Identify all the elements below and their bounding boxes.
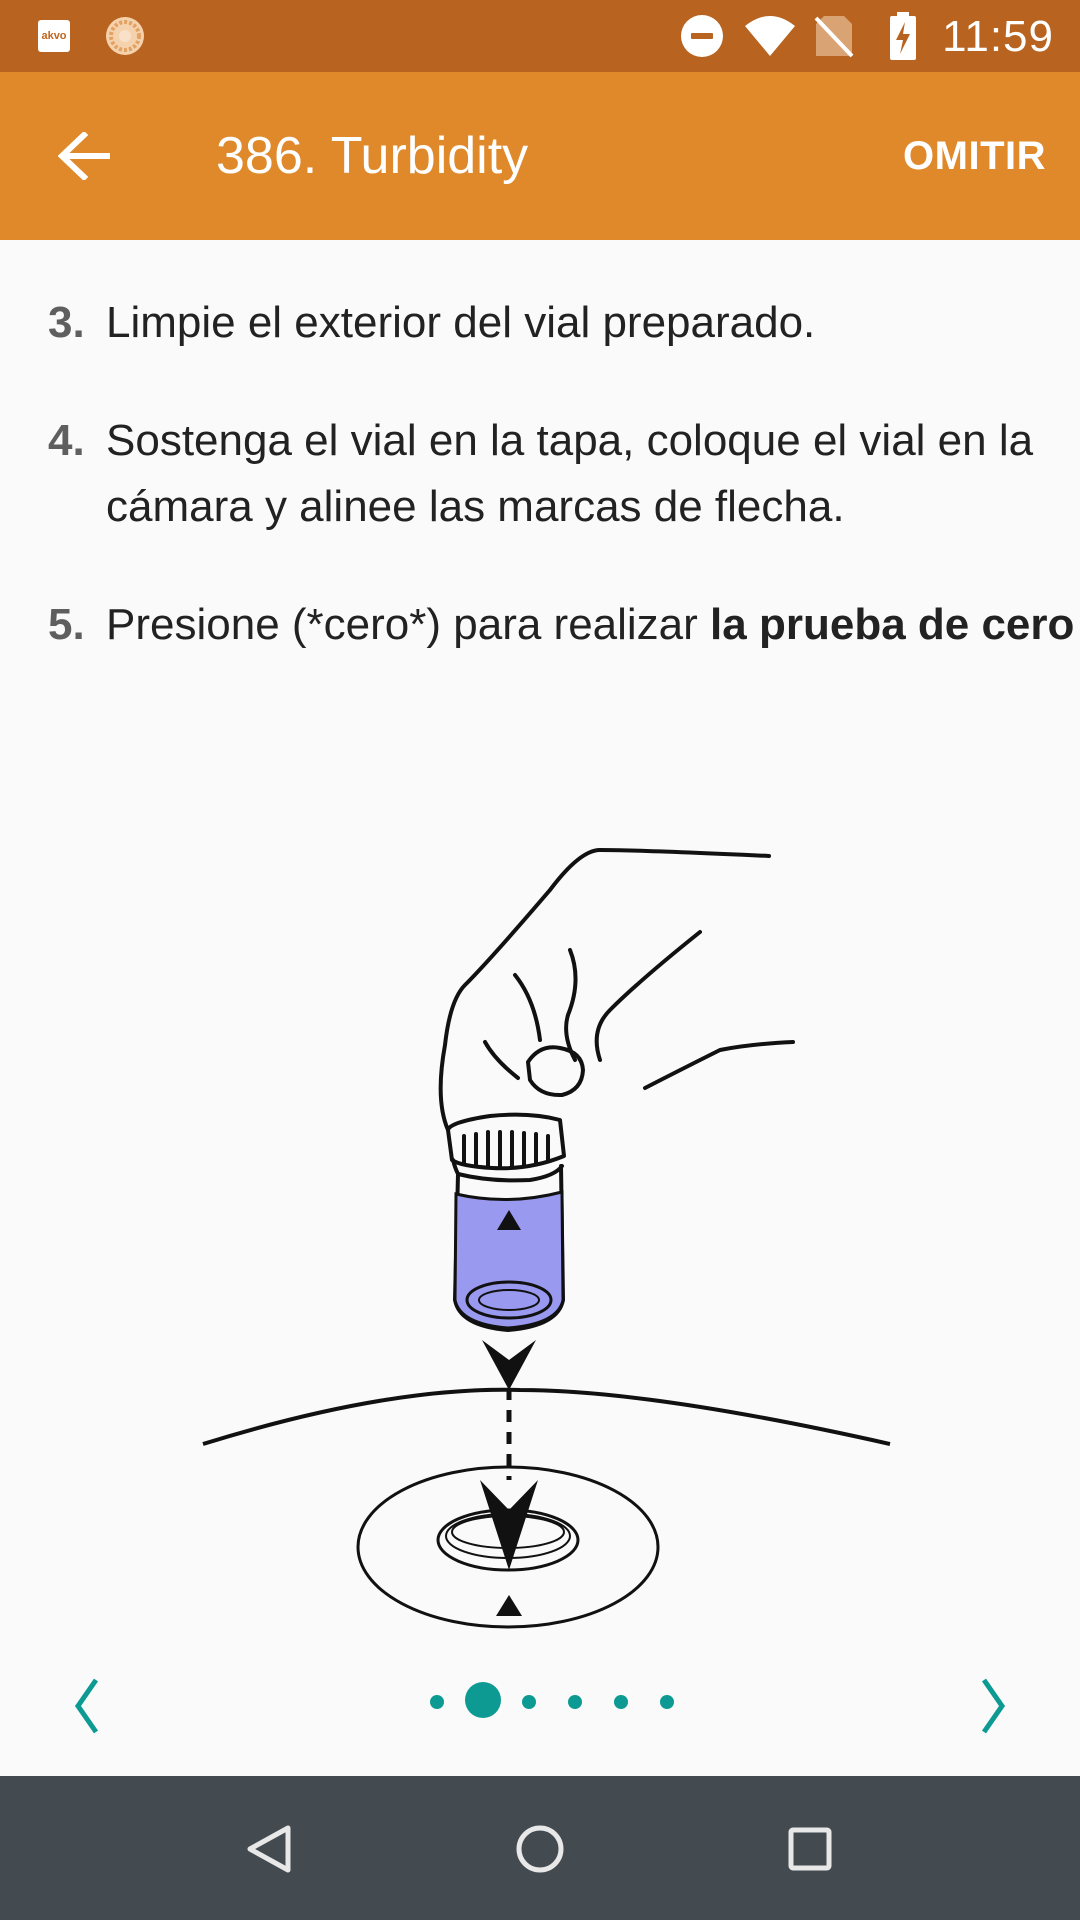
akvo-app-icon: akvo [38, 20, 70, 52]
page-dot-active[interactable] [465, 1682, 501, 1718]
page-dot[interactable] [568, 1695, 582, 1709]
system-nav-bar [0, 1776, 1080, 1920]
chevron-right-icon[interactable] [954, 1666, 1024, 1736]
step-number: 3. [48, 298, 85, 347]
step-text-bold: la prueba de cero [710, 600, 1075, 649]
do-not-disturb-icon [681, 15, 723, 57]
page-dot[interactable] [430, 1695, 444, 1709]
status-bar: akvo 11:59 [0, 0, 1080, 72]
step-text: Sostenga el vial en la tapa, coloque el … [106, 416, 1034, 531]
step-number: 4. [48, 416, 85, 465]
step-text: Presione (*cero*) para realizar la prueb… [106, 592, 1076, 658]
vial-insertion-illustration [202, 848, 891, 1629]
pager [0, 1660, 1080, 1742]
recents-square-icon[interactable] [775, 1814, 845, 1884]
wifi-icon [745, 16, 795, 56]
page-dot[interactable] [660, 1695, 674, 1709]
home-circle-icon[interactable] [505, 1814, 575, 1884]
back-button[interactable] [44, 116, 124, 196]
no-sim-icon [814, 16, 854, 58]
page-title: 386. Turbidity [216, 127, 529, 185]
step-text: Limpie el exterior del vial preparado. [106, 298, 816, 347]
battery-charging-icon [890, 12, 916, 60]
arrow-back-icon [58, 132, 110, 180]
app-bar: 386. Turbidity OMITIR [0, 72, 1080, 240]
page-dot[interactable] [522, 1695, 536, 1709]
step-number: 5. [48, 600, 85, 649]
clock: 11:59 [942, 12, 1054, 61]
page-dot[interactable] [614, 1695, 628, 1709]
skip-button[interactable]: OMITIR [903, 134, 1046, 179]
back-triangle-icon[interactable] [234, 1814, 304, 1884]
flower-app-icon [106, 17, 144, 55]
step-text-plain: Presione (*cero*) para realizar [106, 600, 711, 649]
page-indicator [0, 1660, 1080, 1742]
